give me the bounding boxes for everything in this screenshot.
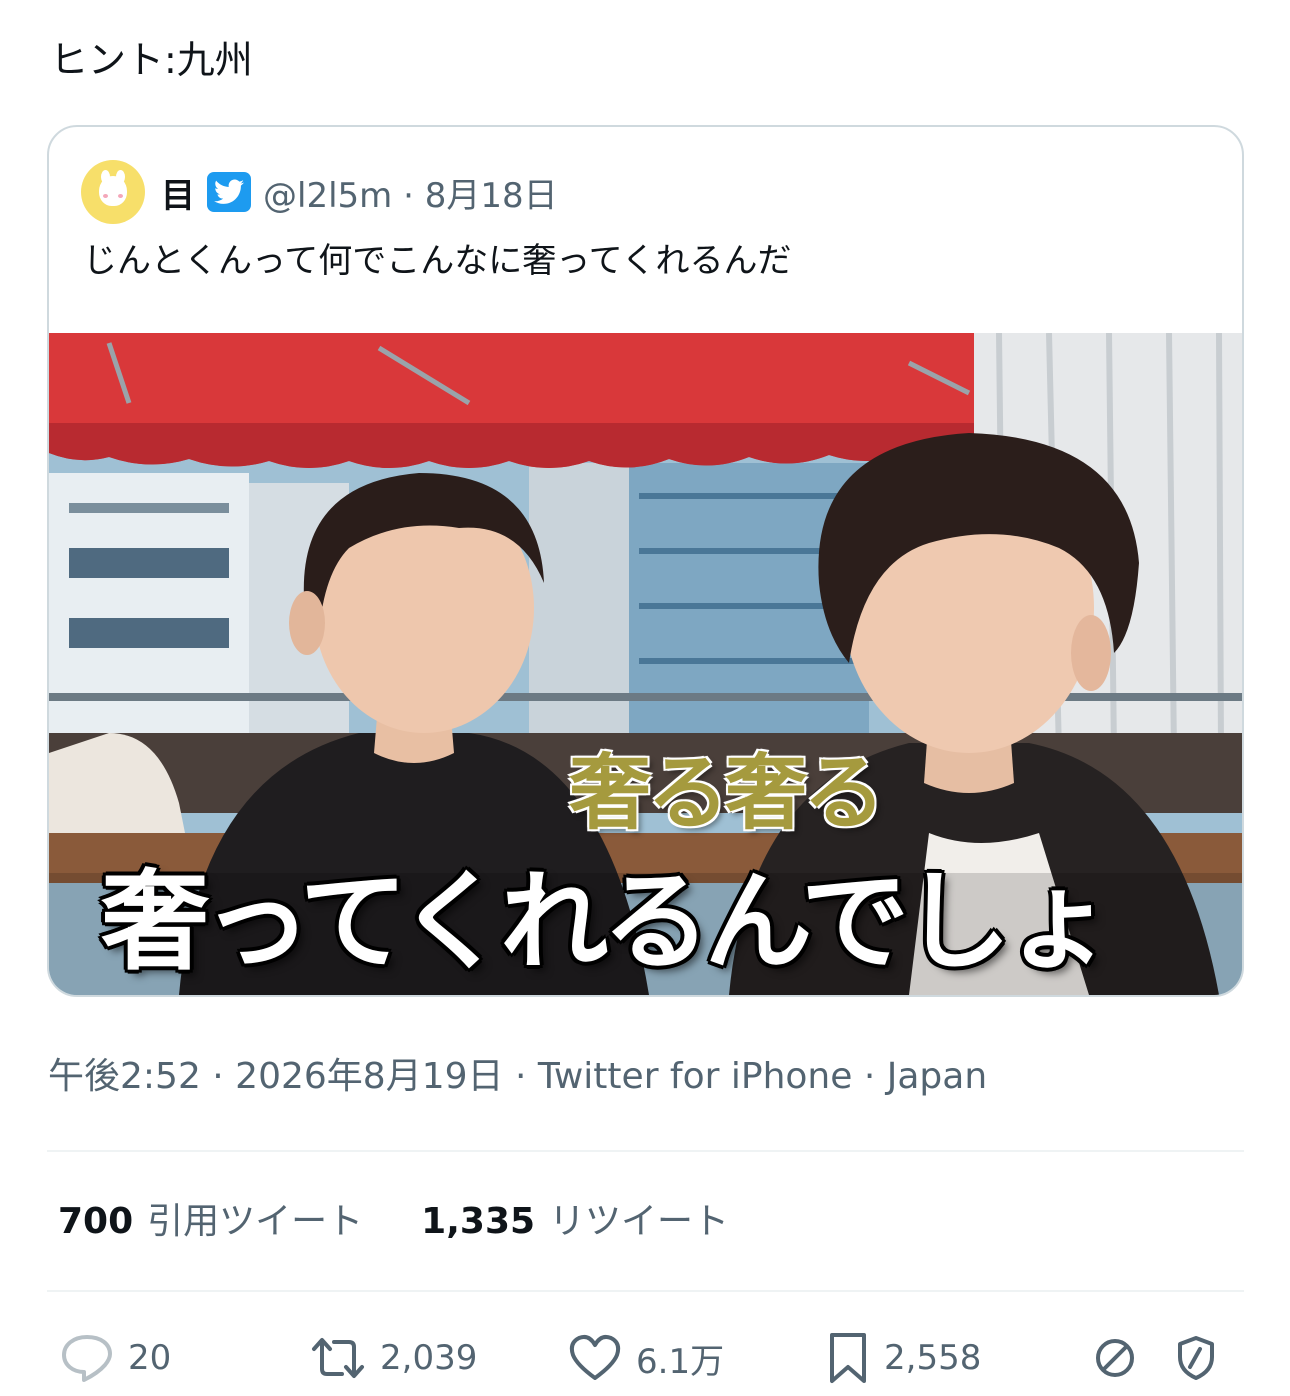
retweet-button[interactable]: 2,039 [310, 1328, 477, 1388]
like-count: 6.1万 [636, 1341, 725, 1382]
block-icon [1096, 1339, 1134, 1377]
image-caption-top: 奢る奢る [569, 746, 885, 841]
like-icon [569, 1334, 621, 1380]
bookmark-button[interactable]: 2,558 [826, 1328, 981, 1388]
retweet-label: リツイート [549, 1201, 730, 1242]
avatar[interactable] [81, 160, 145, 224]
retweet-action-count: 2,039 [380, 1338, 478, 1378]
quote-count: 700 [58, 1201, 134, 1242]
retweets-stat[interactable]: 1,335 リツイート [421, 1196, 729, 1248]
tweet-stats: 700 引用ツイート 1,335 リツイート [58, 1196, 787, 1248]
image-caption-main: 奢ってくれるんでしょ [101, 859, 1113, 985]
divider [47, 1290, 1244, 1292]
bookmark-count: 2,558 [884, 1338, 982, 1378]
twitter-bird-icon [207, 172, 251, 212]
quoted-tweet-header: 目 @l2l5m · 8月18日 [81, 159, 558, 225]
quoted-tweet-card[interactable]: 目 @l2l5m · 8月18日 じんとくんって何でこんなに奢ってくれるんだ 奢… [47, 125, 1244, 997]
divider [47, 1150, 1244, 1152]
shield-button[interactable] [1176, 1328, 1216, 1388]
block-button[interactable] [1094, 1328, 1136, 1388]
reply-button[interactable]: 20 [60, 1328, 171, 1388]
like-button[interactable]: 6.1万 [568, 1328, 724, 1388]
bookmark-icon [830, 1333, 866, 1383]
reply-icon [62, 1335, 112, 1382]
action-bar: 20 2,039 6.1万 2,558 [0, 1328, 1290, 1388]
quoted-handle-date: @l2l5m · 8月18日 [263, 175, 558, 216]
tweet-text: ヒント:九州 [50, 38, 253, 82]
quoted-author-name[interactable]: 目 [161, 168, 195, 217]
shield-icon [1178, 1336, 1214, 1380]
quote-tweets-stat[interactable]: 700 引用ツイート [58, 1196, 363, 1248]
quoted-tweet-text: じんとくんって何でこんなに奢ってくれるんだ [83, 241, 792, 281]
tweet-meta: 午後2:52 · 2026年8月19日 · Twitter for iPhone… [48, 1056, 988, 1097]
retweet-icon [312, 1338, 364, 1378]
retweet-count: 1,335 [421, 1201, 536, 1242]
quoted-tweet-image[interactable]: 奢る奢る 奢ってくれるんでしょ [49, 333, 1242, 995]
reply-count: 20 [128, 1338, 172, 1378]
quote-label: 引用ツイート [147, 1201, 364, 1242]
